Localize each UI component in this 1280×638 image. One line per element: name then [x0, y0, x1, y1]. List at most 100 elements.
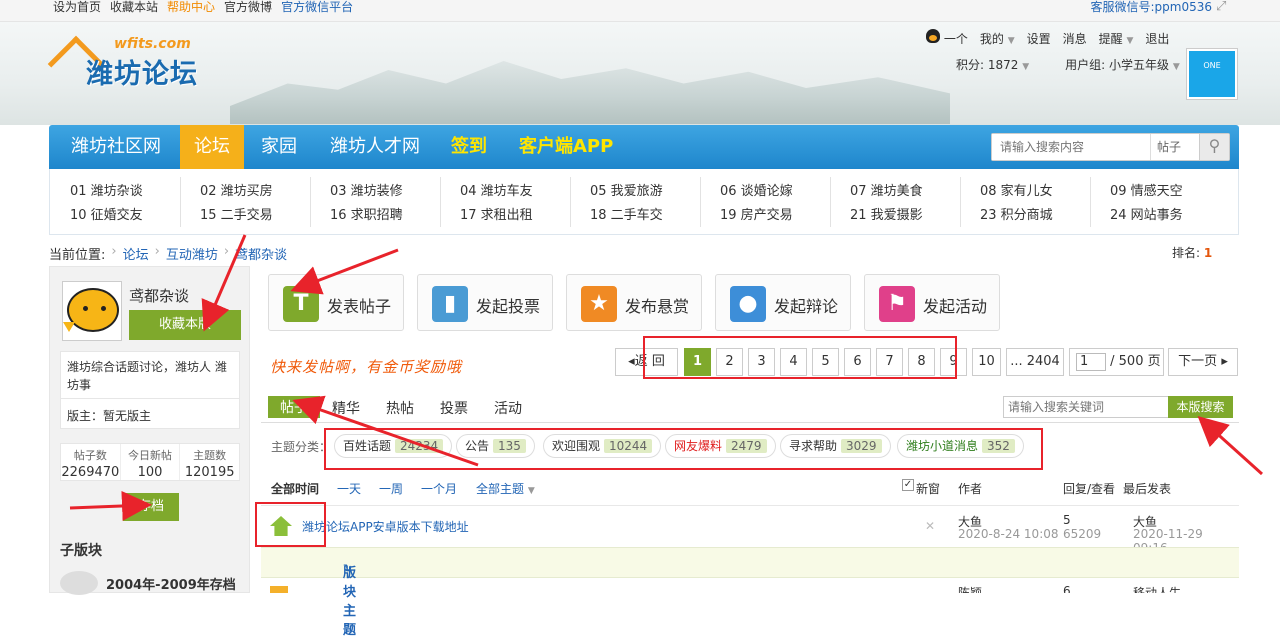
avatar[interactable]: ONE	[1187, 49, 1237, 99]
breadcrumb-item[interactable]: 论坛	[123, 244, 149, 263]
official-weibo-link[interactable]: 官方微博	[224, 0, 272, 14]
subnav-link[interactable]: 10 征婚交友	[70, 204, 143, 223]
filter-all-topics[interactable]: 全部主题 ▼	[476, 480, 535, 497]
topic-type-tag[interactable]: 百姓话题 24234	[334, 434, 453, 458]
page-link[interactable]: 6	[844, 348, 871, 376]
favorite-forum-button[interactable]: 收藏本版	[129, 310, 241, 340]
close-icon[interactable]: ✕	[925, 519, 935, 533]
search-type-select[interactable]: 帖子 ▼	[1150, 134, 1190, 180]
subnav-link[interactable]: 06 谈婚论嫁	[720, 180, 793, 199]
page-link[interactable]: 3	[748, 348, 775, 376]
subnav-link[interactable]: 02 潍坊买房	[200, 180, 273, 199]
subnav-link[interactable]: 21 我爱摄影	[850, 204, 923, 223]
nav-checkin[interactable]: 签到	[451, 125, 487, 169]
messages-link[interactable]: 消息	[1063, 30, 1087, 47]
caret-down-icon: ▼	[1126, 35, 1134, 46]
page-link[interactable]: 5	[812, 348, 839, 376]
subnav-link[interactable]: 15 二手交易	[200, 204, 273, 223]
next-page-button[interactable]: 下一页 ▸	[1168, 348, 1238, 376]
breadcrumb-label: 当前位置:	[49, 248, 106, 263]
subnav-link[interactable]: 07 潍坊美食	[850, 180, 923, 199]
service-wechat[interactable]: 客服微信号:ppm0536	[1090, 0, 1212, 14]
new-post-button[interactable]: T 发表帖子	[268, 274, 404, 331]
new-debate-button[interactable]: ● 发起辩论	[715, 274, 851, 331]
page-input[interactable]: 1	[1076, 352, 1106, 371]
page-link[interactable]: 9	[940, 348, 967, 376]
archive-button[interactable]: 存档	[123, 493, 179, 521]
subnav-link[interactable]: 16 求职招聘	[330, 204, 403, 223]
page-link[interactable]: 10	[972, 348, 1001, 376]
subnav-link[interactable]: 18 二手车交	[590, 204, 663, 223]
tab-poll[interactable]: 投票	[440, 398, 468, 418]
nav-community[interactable]: 潍坊社区网	[71, 125, 161, 169]
user-group[interactable]: 用户组: 小学五年级 ▼	[1065, 56, 1180, 73]
search-icon[interactable]: ⚲	[1199, 134, 1229, 160]
user-name[interactable]: 一个	[926, 29, 968, 47]
reminders-menu[interactable]: 提醒 ▼	[1099, 30, 1134, 47]
board-search-input[interactable]	[1003, 396, 1169, 418]
thread-replies[interactable]: 5	[1063, 513, 1071, 527]
my-menu[interactable]: 我的 ▼	[980, 30, 1015, 47]
filter-all-time[interactable]: 全部时间	[271, 480, 319, 497]
page-link-current[interactable]: 1	[684, 348, 711, 376]
fullscreen-icon[interactable]: ⤢	[1216, 0, 1230, 14]
official-wechat-link[interactable]: 官方微信平台	[281, 0, 353, 14]
subnav-link[interactable]: 03 潍坊装修	[330, 180, 403, 199]
subnav-link[interactable]: 24 网站事务	[1110, 204, 1183, 223]
user-score[interactable]: 积分: 1872 ▼	[956, 56, 1029, 73]
tab-activity[interactable]: 活动	[494, 398, 522, 418]
board-search-button[interactable]: 本版搜索	[1168, 396, 1233, 418]
page-link[interactable]: 7	[876, 348, 903, 376]
page-total: / 500 页	[1110, 354, 1161, 369]
new-activity-button[interactable]: ⚑ 发起活动	[864, 274, 1000, 331]
thread-title[interactable]: 潍坊论坛APP安卓版本下载地址	[302, 518, 469, 535]
subnav-link[interactable]: 01 潍坊杂谈	[70, 180, 143, 199]
settings-link[interactable]: 设置	[1027, 30, 1051, 47]
refresh-icon[interactable]: ↻	[343, 562, 352, 575]
back-button[interactable]: ◂返 回	[615, 348, 678, 376]
subnav-link[interactable]: 17 求租出租	[460, 204, 533, 223]
tab-posts[interactable]: 帖子	[268, 396, 320, 418]
topic-type-tag[interactable]: 寻求帮助 3029	[780, 434, 891, 458]
breadcrumb-item[interactable]: 互动潍坊	[166, 244, 218, 263]
help-center-link[interactable]: 帮助中心	[167, 0, 215, 14]
new-poll-button[interactable]: ▮ 发起投票	[417, 274, 553, 331]
bookmark-site-link[interactable]: 收藏本站	[110, 0, 158, 14]
new-reward-button[interactable]: ★ 发布悬赏	[566, 274, 702, 331]
subnav-link[interactable]: 08 家有儿女	[980, 180, 1053, 199]
subforum-item[interactable]: 2004年-2009年存档	[60, 571, 236, 595]
tab-digest[interactable]: 精华	[332, 398, 360, 418]
topic-type-tag[interactable]: 欢迎围观 10244	[543, 434, 662, 458]
nav-home[interactable]: 家园	[261, 125, 297, 169]
tab-hot[interactable]: 热帖	[386, 398, 414, 418]
subnav-link[interactable]: 05 我爱旅游	[590, 180, 663, 199]
thread-author[interactable]: 陈颖	[958, 584, 982, 593]
filter-day[interactable]: 一天	[337, 480, 361, 497]
nav-forum[interactable]: 论坛	[180, 125, 244, 169]
page-link[interactable]: 2	[716, 348, 743, 376]
nav-talent[interactable]: 潍坊人才网	[330, 125, 420, 169]
subnav-link[interactable]: 04 潍坊车友	[460, 180, 533, 199]
topic-type-tag[interactable]: 网友爆料 2479	[665, 434, 776, 458]
topic-type-tag[interactable]: 公告 135	[456, 434, 535, 458]
page-link[interactable]: 4	[780, 348, 807, 376]
new-window-checkbox[interactable]: ✓	[902, 479, 914, 491]
subnav-link[interactable]: 19 房产交易	[720, 204, 793, 223]
filter-month[interactable]: 一个月	[421, 480, 457, 497]
forum-icon	[62, 281, 122, 341]
last-page-link[interactable]: ... 2404	[1006, 348, 1064, 376]
topic-type-tag[interactable]: 潍坊小道消息 352	[897, 434, 1024, 458]
subnav-link[interactable]: 23 积分商城	[980, 204, 1053, 223]
nav-app[interactable]: 客户端APP	[519, 125, 613, 169]
filter-week[interactable]: 一周	[379, 480, 403, 497]
subnav-link[interactable]: 09 情感天空	[1110, 180, 1183, 199]
top-search-input[interactable]	[992, 134, 1150, 160]
thread-replies[interactable]: 6	[1063, 584, 1071, 593]
set-homepage-link[interactable]: 设为首页	[53, 0, 101, 14]
last-poster[interactable]: 移动人生	[1133, 584, 1181, 593]
breadcrumb-item[interactable]: 鸢都杂谈	[235, 244, 287, 263]
top-search: 帖子 ▼ ⚲	[991, 133, 1230, 180]
page-link[interactable]: 8	[908, 348, 935, 376]
logout-link[interactable]: 退出	[1145, 30, 1169, 47]
site-logo[interactable]: wfits.com 潍坊论坛	[47, 28, 204, 110]
